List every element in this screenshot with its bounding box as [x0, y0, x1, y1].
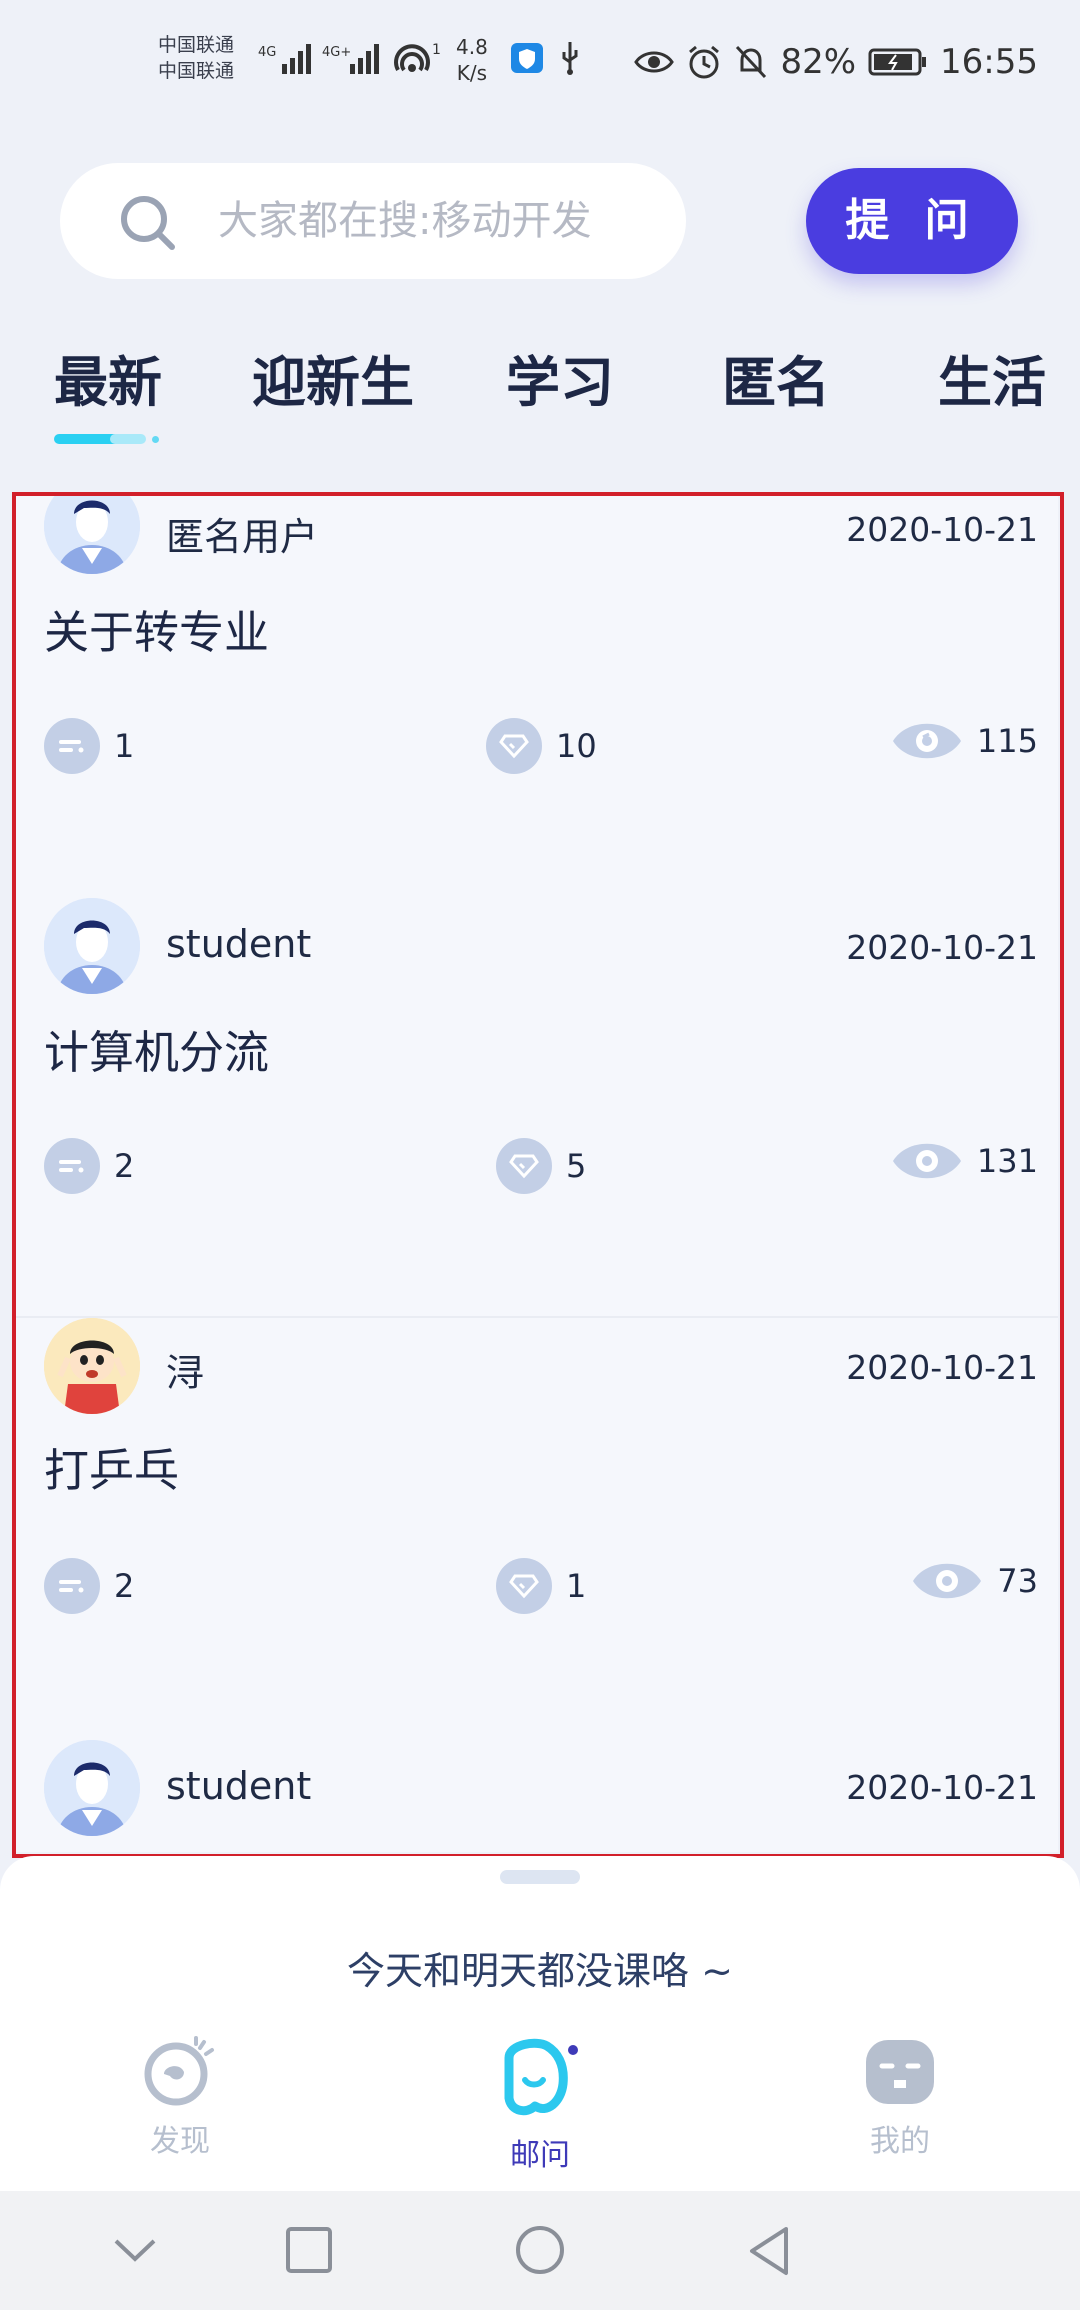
shield-icon: [511, 43, 543, 73]
search-placeholder: 大家都在搜:移动开发: [218, 198, 592, 244]
post-date: 2020-10-21: [846, 1348, 1038, 1387]
answer-count: 2: [44, 1138, 134, 1194]
profile-icon: [866, 2040, 934, 2104]
nav-profile[interactable]: 我的: [820, 2036, 980, 2160]
view-count: 115: [891, 716, 1038, 766]
alarm-icon: [689, 45, 720, 79]
battery-percent: 82%: [780, 42, 857, 82]
like-count[interactable]: 1: [496, 1558, 586, 1614]
battery-icon: [868, 48, 927, 76]
search-bar[interactable]: 大家都在搜:移动开发: [60, 163, 686, 279]
nav-discover[interactable]: 发现: [100, 2036, 260, 2160]
answer-count: 1: [44, 718, 134, 774]
question-title[interactable]: 关于转专业: [44, 596, 269, 661]
nav-ask[interactable]: 邮问: [460, 2036, 620, 2174]
ask-icon: [504, 2038, 578, 2116]
view-icon: [892, 723, 961, 759]
ask-question-button[interactable]: 提 问: [806, 168, 1018, 274]
discover-icon: [144, 2036, 214, 2106]
tab-freshmen[interactable]: 迎新生: [252, 338, 414, 417]
answer-count: 2: [44, 1558, 134, 1614]
status-right: 82% 16:55: [634, 40, 1038, 84]
carrier-1: 中国联通: [158, 34, 235, 56]
view-count: 131: [891, 1136, 1038, 1186]
nav-label: 我的: [870, 2124, 930, 2159]
usb-icon: [562, 42, 578, 75]
tab-life[interactable]: 生活: [938, 338, 1046, 417]
signal-1-icon: 4G: [258, 44, 311, 74]
search-icon: [121, 196, 175, 250]
username: student: [166, 922, 312, 966]
tab-study[interactable]: 学习: [506, 338, 614, 417]
post-date: 2020-10-21: [846, 928, 1038, 967]
nav-label: 邮问: [510, 2138, 570, 2173]
signal-2-icon: 4G+: [322, 44, 379, 74]
sheet-handle[interactable]: [500, 1870, 580, 1884]
mute-bell-icon: [736, 45, 767, 79]
no-class-message: 今天和明天都没课咯 ~: [347, 1949, 733, 1993]
answer-icon: [44, 1138, 100, 1194]
like-count[interactable]: 5: [496, 1138, 586, 1194]
nav-label: 发现: [150, 2124, 210, 2159]
tab-anonymous[interactable]: 匿名: [722, 338, 830, 417]
hide-keyboard-icon[interactable]: [112, 2225, 158, 2275]
like-icon: [496, 1558, 552, 1614]
username: 浔: [166, 1351, 205, 1395]
svg-text:1: 1: [432, 42, 441, 58]
question-card[interactable]: student 2020-10-21: [14, 1736, 1058, 1852]
post-date: 2020-10-21: [846, 1768, 1038, 1807]
eye-comfort-icon: [634, 51, 675, 73]
post-date: 2020-10-21: [846, 510, 1038, 549]
category-tabs: 最新 迎新生 学习 匿名 生活: [0, 338, 1080, 418]
view-icon: [892, 1143, 961, 1179]
view-count: 73: [911, 1556, 1038, 1606]
recents-icon[interactable]: [284, 2225, 334, 2275]
question-title[interactable]: 计算机分流: [44, 1016, 269, 1081]
home-icon[interactable]: [512, 2225, 568, 2281]
like-icon: [486, 718, 542, 774]
view-icon: [913, 1563, 982, 1599]
crayon-kid-avatar[interactable]: [44, 1318, 140, 1414]
answer-icon: [44, 1558, 100, 1614]
back-icon[interactable]: [744, 2225, 794, 2277]
bottom-sheet[interactable]: 今天和明天都没课咯 ~ 发现 邮问 我的: [0, 1856, 1080, 2191]
boy-avatar[interactable]: [44, 492, 140, 574]
hotspot-icon: 1: [394, 42, 441, 72]
boy-avatar[interactable]: [44, 1740, 140, 1836]
network-speed: 4.8 K/s: [456, 35, 488, 85]
like-count[interactable]: 10: [486, 718, 597, 774]
like-icon: [496, 1138, 552, 1194]
carrier-2: 中国联通: [158, 60, 235, 82]
username: student: [166, 1764, 312, 1808]
username: 匿名用户: [166, 515, 319, 559]
boy-avatar[interactable]: [44, 898, 140, 994]
active-tab-indicator: [54, 434, 160, 444]
carrier-labels: 中国联通 中国联通: [158, 32, 234, 84]
question-card[interactable]: 浔 2020-10-21 打乒乓 2 1 73: [14, 1318, 1058, 1738]
svg-text:4G+: 4G+: [322, 45, 351, 60]
question-card[interactable]: 匿名用户 2020-10-21 关于转专业 1 10 115: [14, 492, 1058, 900]
clock: 16:55: [940, 42, 1038, 82]
question-card[interactable]: student 2020-10-21 计算机分流 2 5 131: [14, 898, 1058, 1318]
tab-latest[interactable]: 最新: [54, 338, 162, 417]
status-bar: 中国联通 中国联通 4G 4G+ 1 4.8 K/s 82% 16:55: [0, 0, 1080, 120]
system-nav-bar: [0, 2191, 1080, 2310]
question-title[interactable]: 打乒乓: [44, 1434, 179, 1499]
answer-icon: [44, 718, 100, 774]
question-feed[interactable]: 匿名用户 2020-10-21 关于转专业 1 10 115 student 2…: [14, 492, 1058, 1852]
svg-text:4G: 4G: [258, 45, 276, 60]
